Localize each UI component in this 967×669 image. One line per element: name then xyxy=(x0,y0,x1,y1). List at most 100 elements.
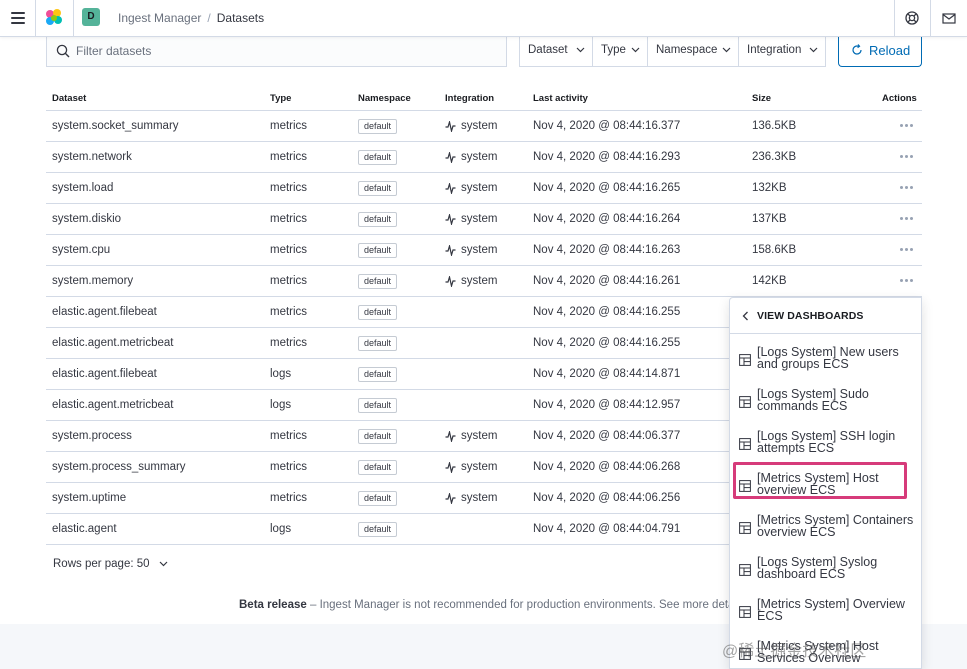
dashboard-link[interactable]: [Logs System] Syslog dashboard ECS xyxy=(738,552,918,588)
cell-dataset: system.memory xyxy=(52,275,134,287)
dashboard-link[interactable]: [Logs System] SSH login attempts ECS xyxy=(738,426,918,462)
dashboard-link[interactable]: [Metrics System] Host overview ECS xyxy=(738,468,918,504)
help-icon[interactable] xyxy=(905,11,919,25)
top-header: D Ingest Manager / Datasets xyxy=(0,0,967,37)
cell-namespace: default xyxy=(358,119,398,134)
namespace-badge: default xyxy=(358,212,398,227)
cell-last-activity: Nov 4, 2020 @ 08:44:06.377 xyxy=(533,430,681,442)
chevron-down-icon xyxy=(809,47,818,53)
namespace-badge: default xyxy=(358,336,398,351)
actions-menu-button[interactable] xyxy=(900,274,914,288)
namespace-badge: default xyxy=(358,181,398,196)
dashboard-link-label: [Logs System] SSH login attempts ECS xyxy=(757,429,896,455)
cell-type: metrics xyxy=(270,337,308,349)
namespace-badge: default xyxy=(358,491,398,506)
cell-namespace: default xyxy=(358,150,398,165)
cell-type: metrics xyxy=(270,430,308,442)
reload-button[interactable]: Reload xyxy=(838,36,922,67)
namespace-badge: default xyxy=(358,305,398,320)
dashboard-link[interactable]: [Metrics System] Containers overview ECS xyxy=(738,510,918,546)
rows-per-page-button[interactable]: Rows per page: 50 xyxy=(53,558,168,570)
cell-type: metrics xyxy=(270,461,308,473)
cell-last-activity: Nov 4, 2020 @ 08:44:16.263 xyxy=(533,244,681,256)
cell-dataset: system.process_summary xyxy=(52,461,186,473)
integration-label: system xyxy=(461,430,498,442)
cell-integration: system xyxy=(445,275,497,287)
actions-menu-button[interactable] xyxy=(900,150,914,164)
namespace-badge: default xyxy=(358,150,398,165)
dashboard-link[interactable]: [Metrics System] Overview ECS xyxy=(738,594,918,630)
beta-text: – Ingest Manager is not recommended for … xyxy=(306,599,749,611)
cell-dataset: system.socket_summary xyxy=(52,120,179,132)
dashboard-link[interactable]: [Logs System] New users and groups ECS xyxy=(738,342,918,378)
chevron-down-icon xyxy=(159,561,168,567)
cell-size: 137KB xyxy=(752,213,787,225)
mail-icon[interactable] xyxy=(942,11,956,25)
dashboard-icon xyxy=(739,396,751,408)
column-header-namespace[interactable]: Namespace xyxy=(358,93,411,104)
cell-type: metrics xyxy=(270,182,308,194)
type-filter-button[interactable]: Type xyxy=(593,36,648,66)
namespace-filter-button[interactable]: Namespace xyxy=(648,36,739,66)
dashboard-icon xyxy=(739,606,751,618)
cell-namespace: default xyxy=(358,460,398,475)
cell-integration: system xyxy=(445,492,497,504)
dataset-filter-button[interactable]: Dataset xyxy=(520,36,593,66)
cell-type: metrics xyxy=(270,492,308,504)
header-divider xyxy=(35,0,36,36)
menu-icon[interactable] xyxy=(11,12,25,24)
column-header-integration[interactable]: Integration xyxy=(445,93,494,104)
space-avatar[interactable]: D xyxy=(82,8,100,26)
beta-notice: Beta release – Ingest Manager is not rec… xyxy=(239,599,749,611)
cell-type: metrics xyxy=(270,275,308,287)
cell-namespace: default xyxy=(358,274,398,289)
namespace-badge: default xyxy=(358,398,398,413)
integration-icon xyxy=(445,120,456,132)
integration-label: system xyxy=(461,275,498,287)
breadcrumb-ingest-manager[interactable]: Ingest Manager xyxy=(118,11,201,25)
namespace-badge: default xyxy=(358,243,398,258)
cell-type: metrics xyxy=(270,244,308,256)
cell-integration: system xyxy=(445,151,497,163)
cell-last-activity: Nov 4, 2020 @ 08:44:16.261 xyxy=(533,275,681,287)
actions-menu-button[interactable] xyxy=(900,119,914,133)
integration-icon xyxy=(445,244,456,256)
cell-integration: system xyxy=(445,120,497,132)
search-input[interactable] xyxy=(76,42,496,60)
cell-namespace: default xyxy=(358,243,398,258)
cell-size: 136.5KB xyxy=(752,120,797,132)
cell-type: logs xyxy=(270,523,292,535)
cell-type: metrics xyxy=(270,306,308,318)
cell-dataset: system.network xyxy=(52,151,132,163)
integration-label: system xyxy=(461,213,498,225)
header-divider xyxy=(73,0,74,36)
dashboard-icon xyxy=(739,438,751,450)
actions-menu-button[interactable] xyxy=(900,243,914,257)
cell-dataset: elastic.agent.metricbeat xyxy=(52,337,174,349)
column-header-dataset[interactable]: Dataset xyxy=(52,93,86,104)
column-header-last-activity[interactable]: Last activity xyxy=(533,93,588,104)
dashboard-link[interactable]: [Logs System] Sudo commands ECS xyxy=(738,384,918,420)
column-header-size[interactable]: Size xyxy=(752,93,771,104)
cell-namespace: default xyxy=(358,212,398,227)
integration-icon xyxy=(445,213,456,225)
cell-integration: system xyxy=(445,461,497,473)
cell-last-activity: Nov 4, 2020 @ 08:44:16.265 xyxy=(533,182,681,194)
cell-last-activity: Nov 4, 2020 @ 08:44:16.293 xyxy=(533,151,681,163)
actions-menu-button[interactable] xyxy=(900,212,914,226)
search-field[interactable] xyxy=(46,36,507,67)
namespace-badge: default xyxy=(358,367,398,382)
cell-namespace: default xyxy=(358,305,398,320)
namespace-badge: default xyxy=(358,274,398,289)
popover-back-button[interactable]: VIEW DASHBOARDS xyxy=(730,298,921,334)
integration-icon xyxy=(445,182,456,194)
cell-dataset: elastic.agent xyxy=(52,523,117,535)
cell-namespace: default xyxy=(358,398,398,413)
integration-filter-button[interactable]: Integration xyxy=(739,36,825,66)
column-header-type[interactable]: Type xyxy=(270,93,291,104)
table-row: system.memory metrics default system Nov 4, … xyxy=(46,266,922,297)
elastic-logo[interactable] xyxy=(44,9,64,27)
cell-size: 236.3KB xyxy=(752,151,797,163)
cell-last-activity: Nov 4, 2020 @ 08:44:16.255 xyxy=(533,306,681,318)
actions-menu-button[interactable] xyxy=(900,181,914,195)
